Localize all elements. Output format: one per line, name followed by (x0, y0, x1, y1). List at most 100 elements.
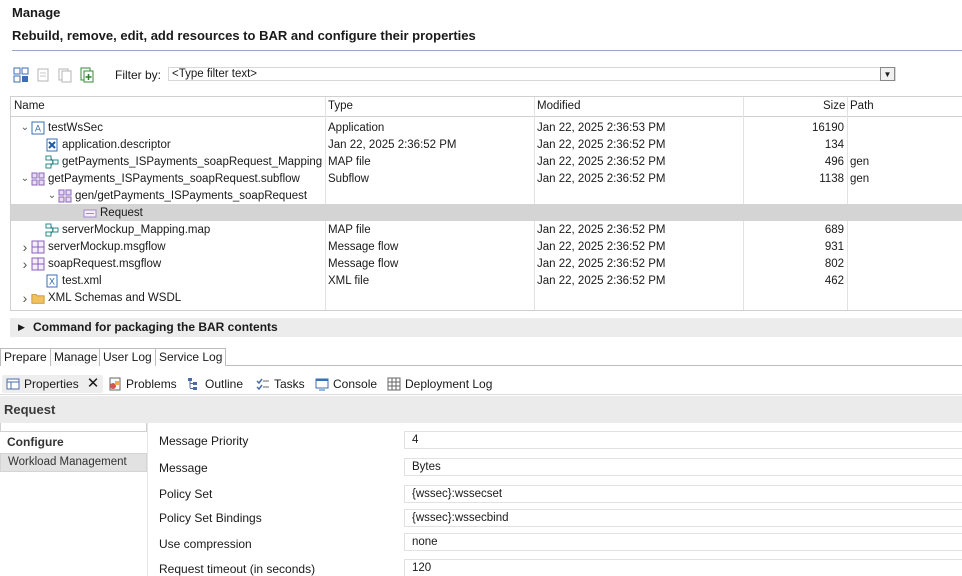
chevron-down-icon[interactable]: ⌄ (19, 122, 31, 133)
chevron-right-icon[interactable]: › (19, 239, 31, 255)
table-row[interactable]: Request (11, 204, 962, 221)
edit-button[interactable] (56, 66, 74, 84)
tab-service-log[interactable]: Service Log (155, 348, 227, 366)
chevron-down-icon[interactable]: ⌄ (19, 173, 31, 184)
row-type: XML file (328, 274, 370, 287)
use-compression-field[interactable]: none (404, 533, 962, 551)
chevron-down-icon[interactable]: ⌄ (46, 190, 58, 201)
table-row[interactable]: ⌄ getPayments_ISPayments_soapRequest.subf… (11, 170, 962, 187)
table-row[interactable]: ⌄ gen/getPayments_ISPayments_soapRequest (11, 187, 962, 204)
policy-set-field[interactable]: {wssec}:wssecset (404, 485, 962, 503)
message-priority-label: Message Priority (159, 434, 249, 448)
column-header-name[interactable]: Name (14, 100, 45, 112)
rebuild-icon (80, 67, 94, 83)
table-row[interactable]: application.descriptor Jan 22, 2025 2:36:… (11, 136, 962, 153)
filter-input[interactable]: <Type filter text> (168, 67, 896, 81)
tab-console-label: Console (333, 377, 378, 391)
tab-user-log[interactable]: User Log (99, 348, 156, 366)
tab-deployment-log[interactable]: Deployment Log (387, 375, 492, 393)
request-node-icon (83, 206, 97, 220)
row-size: 931 (824, 240, 844, 253)
table-row[interactable]: Xtest.xml XML file Jan 22, 2025 2:36:52 PM… (11, 272, 962, 289)
close-icon[interactable]: ✕ (87, 376, 100, 391)
table-row[interactable]: getPayments_ISPayments_soapRequest_Mappi… (11, 153, 962, 170)
row-name: soapRequest.msgflow (48, 257, 162, 270)
rebuild-button[interactable] (78, 66, 96, 84)
row-name: getPayments_ISPayments_soapRequest_Mappi… (62, 155, 323, 168)
row-modified: Jan 22, 2025 2:36:52 PM (537, 155, 666, 168)
message-field[interactable]: Bytes (404, 458, 962, 476)
row-name-cell: serverMockup_Mapping.map (33, 222, 210, 237)
sidebar-divider (147, 423, 148, 576)
map-file-icon (45, 223, 59, 237)
folder-icon (31, 291, 45, 305)
sidebar-item-configure[interactable]: Configure (7, 435, 64, 449)
chevron-right-icon[interactable]: › (19, 256, 31, 272)
header-divider (12, 50, 962, 51)
resources-table: Name Type Modified Size Path ⌄ AtestWsSec… (10, 96, 962, 311)
tab-manage[interactable]: Manage (50, 348, 102, 366)
tab-problems[interactable]: Problems (108, 375, 177, 393)
remove-button[interactable] (34, 66, 52, 84)
subflow-icon (31, 172, 45, 186)
row-name: testWsSec (48, 121, 103, 134)
row-name: test.xml (62, 274, 102, 287)
properties-title: Request (4, 402, 56, 417)
row-type: Subflow (328, 172, 369, 185)
column-header-size[interactable]: Size (823, 100, 845, 112)
tab-properties-label: Properties (24, 377, 79, 391)
tasks-icon (256, 378, 269, 391)
column-header-type[interactable]: Type (328, 100, 353, 112)
row-modified: Jan 22, 2025 2:36:53 PM (537, 121, 666, 134)
column-header-modified[interactable]: Modified (537, 100, 580, 112)
tab-console[interactable]: Console (315, 375, 377, 393)
row-type: Message flow (328, 257, 399, 270)
tab-tasks[interactable]: Tasks (256, 375, 305, 393)
row-type: MAP file (328, 155, 371, 168)
row-name-cell: › XML Schemas and WSDL (19, 290, 182, 306)
policy-set-bindings-field[interactable]: {wssec}:wssecbind (404, 509, 962, 527)
row-modified: Jan 22, 2025 2:36:52 PM (537, 223, 666, 236)
table-row[interactable]: › serverMockup.msgflow Message flow Jan 22,… (11, 238, 962, 255)
editor-tab-bar: Prepare Manage User Log Service Log (0, 346, 962, 366)
request-timeout-field[interactable]: 120 (404, 559, 962, 576)
column-header-path[interactable]: Path (850, 100, 874, 112)
table-row[interactable]: › soapRequest.msgflow Message flow Jan 22, … (11, 255, 962, 272)
table-row[interactable]: ⌄ AtestWsSec Application Jan 22, 2025 2:36:… (11, 119, 962, 136)
table-header: Name Type Modified Size Path (11, 97, 962, 117)
row-size: 16190 (812, 121, 844, 134)
tab-properties[interactable]: Properties ✕ (2, 375, 104, 393)
row-size (744, 205, 844, 220)
command-section-label: Command for packaging the BAR contents (33, 320, 278, 334)
row-name: XML Schemas and WSDL (48, 291, 182, 304)
flow-node-icon (58, 189, 72, 203)
row-size (744, 290, 844, 305)
properties-icon (6, 378, 20, 390)
row-path: gen (850, 172, 870, 185)
add-resources-button[interactable] (12, 66, 30, 84)
tab-tasks-label: Tasks (274, 377, 305, 391)
page-subtitle: Rebuild, remove, edit, add resources to … (12, 28, 476, 43)
row-modified: Jan 22, 2025 2:36:52 PM (537, 274, 666, 287)
filter-dropdown-button[interactable]: ▼ (880, 67, 895, 81)
tab-outline[interactable]: Outline (187, 375, 243, 393)
message-priority-field[interactable]: 4 (404, 431, 962, 449)
sidebar-item-workload-management[interactable]: Workload Management (0, 453, 147, 472)
table-row[interactable]: serverMockup_Mapping.map MAP file Jan 22, … (11, 221, 962, 238)
row-type: Message flow (328, 240, 399, 253)
command-section-header[interactable]: ▶ Command for packaging the BAR contents (10, 318, 962, 337)
table-row[interactable]: › XML Schemas and WSDL (11, 289, 962, 306)
chevron-right-icon[interactable]: › (19, 290, 31, 306)
outline-icon (188, 378, 197, 390)
remove-icon (37, 68, 49, 82)
policy-set-label: Policy Set (159, 487, 213, 501)
descriptor-icon (45, 138, 59, 152)
console-icon (315, 378, 329, 391)
row-modified: Jan 22, 2025 2:36:52 PM (537, 240, 666, 253)
row-name: gen/getPayments_ISPayments_soapRequest (75, 189, 308, 202)
tab-prepare[interactable]: Prepare (0, 348, 51, 366)
msgflow-icon (31, 257, 45, 271)
edit-icon (58, 68, 72, 83)
row-name-cell: ⌄ gen/getPayments_ISPayments_soapRequest (46, 188, 307, 203)
request-timeout-label: Request timeout (in seconds) (159, 562, 316, 576)
